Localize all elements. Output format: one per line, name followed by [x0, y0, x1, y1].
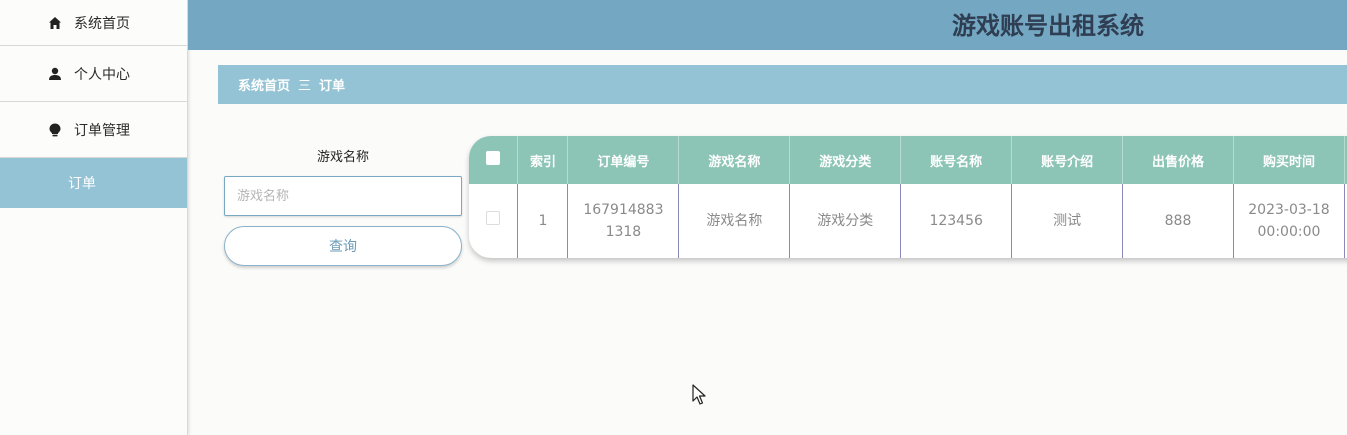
- column-header: 游戏分类: [789, 136, 902, 184]
- sidebar-item-profile[interactable]: 个人中心: [0, 46, 187, 102]
- breadcrumb-separator: 三: [298, 79, 312, 94]
- sidebar-item-label: 订单管理: [74, 122, 130, 139]
- bulb-icon: [46, 121, 64, 139]
- user-icon: [46, 65, 64, 83]
- column-header: 索引: [517, 136, 569, 184]
- table-cell: 游戏分类: [789, 184, 902, 258]
- table-cell: 1: [517, 184, 569, 258]
- table-cell: 1679148831318: [567, 184, 680, 258]
- table-cell: 测试: [1011, 184, 1124, 258]
- table-cell: 123456: [900, 184, 1013, 258]
- sidebar-subitem-label: 订单: [68, 176, 96, 192]
- column-header: 购买时间: [1233, 136, 1345, 184]
- table-cell: 2023-03-18 00:00:00: [1233, 184, 1345, 258]
- query-button[interactable]: 查询: [224, 226, 462, 266]
- breadcrumb-current: 订单: [319, 79, 346, 94]
- sidebar-item-order-management[interactable]: 订单管理: [0, 102, 187, 158]
- column-header: 账号介绍: [1011, 136, 1124, 184]
- table-header-row: 索引 订单编号 游戏名称 游戏分类 账号名称 账号介绍 出售价格 购买时间: [469, 136, 1347, 184]
- mouse-cursor-icon: [692, 384, 706, 410]
- column-header: 游戏名称: [678, 136, 791, 184]
- app-title: 游戏账号出租系统: [952, 12, 1144, 40]
- sidebar: 系统首页 个人中心 订单管理 订单: [0, 0, 188, 435]
- column-header: 出售价格: [1122, 136, 1234, 184]
- column-header: 订单编号: [567, 136, 680, 184]
- search-label: 游戏名称: [316, 150, 369, 165]
- sidebar-item-label: 个人中心: [74, 66, 130, 83]
- select-all-checkbox[interactable]: [486, 151, 501, 165]
- table-cell: 888: [1122, 184, 1234, 258]
- orders-table: 索引 订单编号 游戏名称 游戏分类 账号名称 账号介绍 出售价格 购买时间 1 …: [469, 136, 1347, 258]
- table-cell: 游戏名称: [678, 184, 791, 258]
- sidebar-item-home[interactable]: 系统首页: [0, 0, 187, 46]
- select-all-cell[interactable]: [469, 136, 519, 184]
- sidebar-item-label: 系统首页: [74, 15, 130, 32]
- top-header: 游戏账号出租系统: [188, 0, 1347, 50]
- home-icon: [46, 14, 64, 32]
- row-select-cell[interactable]: [469, 184, 519, 258]
- breadcrumb-home[interactable]: 系统首页: [238, 75, 290, 94]
- order-number-text: 1679148831318: [583, 202, 664, 240]
- table-row: 1 1679148831318 游戏名称 游戏分类 123456 测试 888 …: [469, 184, 1347, 258]
- column-header: 账号名称: [900, 136, 1013, 184]
- breadcrumb: 系统首页 三 订单: [218, 65, 1347, 104]
- row-checkbox[interactable]: [486, 211, 501, 225]
- search-input[interactable]: [224, 176, 462, 216]
- sidebar-subitem-orders[interactable]: 订单: [0, 158, 187, 208]
- purchase-time-text: 2023-03-18 00:00:00: [1248, 202, 1330, 240]
